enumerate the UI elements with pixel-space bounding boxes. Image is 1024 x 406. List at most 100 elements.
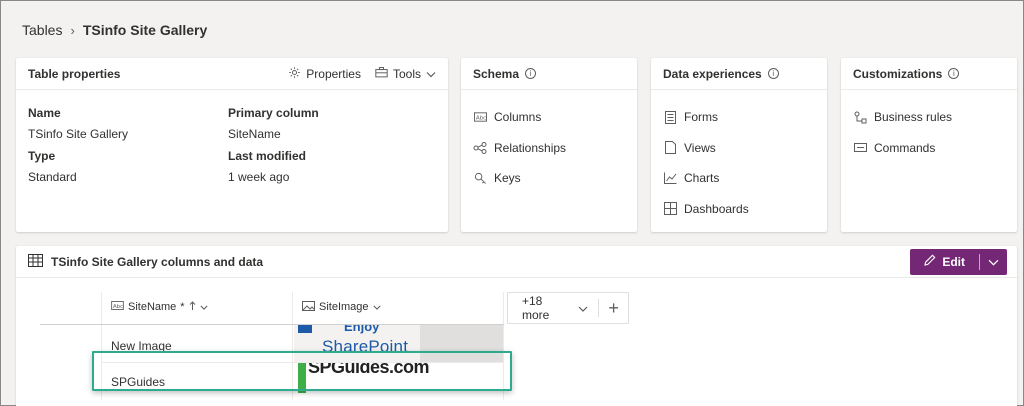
relationships-label: Relationships xyxy=(494,140,567,155)
edit-label: Edit xyxy=(942,254,965,269)
business-rules-link[interactable]: Business rules xyxy=(853,102,1017,133)
info-icon[interactable]: i xyxy=(767,68,779,79)
customizations-title: Customizations xyxy=(853,66,943,81)
chart-icon xyxy=(663,172,677,185)
siteimage-cell[interactable]: SPGuides.com xyxy=(294,363,503,400)
dashboards-link[interactable]: Dashboards xyxy=(663,194,827,225)
breadcrumb-current: TSinfo Site Gallery xyxy=(82,22,208,38)
svg-text:Abc: Abc xyxy=(113,304,123,310)
chevron-right-icon: › xyxy=(70,22,75,38)
command-icon xyxy=(853,143,867,153)
siteimage-cell[interactable]: Enjoy SharePoint xyxy=(294,325,503,362)
column-header-sitename[interactable]: Abc SiteName * xyxy=(111,292,208,322)
table-grid-icon xyxy=(28,253,43,270)
more-columns-label: +18 more xyxy=(522,294,550,322)
image-enjoy-text: Enjoy xyxy=(344,325,380,334)
gear-icon xyxy=(288,66,301,82)
commands-label: Commands xyxy=(874,140,936,155)
primary-column-label: Primary column xyxy=(228,106,319,120)
text-column-icon: Abc xyxy=(111,301,124,313)
edit-options-dropdown[interactable] xyxy=(980,249,1007,275)
table-row[interactable]: New Image xyxy=(111,334,172,358)
grid-divider xyxy=(503,292,504,400)
column-header-siteimage[interactable]: SiteImage xyxy=(302,292,381,322)
tools-dropdown[interactable]: Tools xyxy=(375,66,436,81)
name-value: TSinfo Site Gallery xyxy=(28,127,129,141)
properties-button[interactable]: Properties xyxy=(288,66,361,82)
charts-link[interactable]: Charts xyxy=(663,163,827,194)
schema-header: Schema i xyxy=(461,58,637,90)
svg-text:Abc: Abc xyxy=(475,116,485,122)
customizations-header: Customizations i xyxy=(841,58,1017,90)
breadcrumb-tables-link[interactable]: Tables xyxy=(22,22,62,38)
tools-label: Tools xyxy=(392,66,421,81)
plus-icon[interactable]: + xyxy=(599,299,628,317)
table-properties-card: Table properties Properties Tools Name T… xyxy=(16,58,448,232)
keys-link[interactable]: Keys xyxy=(473,163,637,194)
table-row[interactable]: SPGuides xyxy=(111,370,165,394)
more-columns-control: +18 more + xyxy=(507,292,629,324)
siteimage-column-label: SiteImage xyxy=(319,301,369,313)
columns-and-data-card: TSinfo Site Gallery columns and data Edi… xyxy=(16,246,1017,406)
chevron-down-icon xyxy=(200,301,208,313)
forms-link[interactable]: Forms xyxy=(663,102,827,133)
primary-column-value: SiteName xyxy=(228,127,281,141)
relationships-link[interactable]: Relationships xyxy=(473,133,637,164)
grid-divider xyxy=(292,292,293,400)
edit-button[interactable]: Edit xyxy=(910,249,979,275)
type-label: Type xyxy=(28,149,56,163)
spguides-logo-block xyxy=(298,363,306,393)
view-icon xyxy=(663,141,677,155)
last-modified-label: Last modified xyxy=(228,149,307,163)
info-icon[interactable]: i xyxy=(948,68,960,79)
views-link[interactable]: Views xyxy=(663,133,827,164)
edit-split-button: Edit xyxy=(910,248,1007,275)
form-icon xyxy=(663,110,677,124)
customizations-links: Business rules Commands xyxy=(841,90,1017,163)
keys-label: Keys xyxy=(494,171,521,186)
chevron-down-icon xyxy=(426,67,436,81)
sharepoint-logo-block xyxy=(298,325,312,333)
last-modified-value: 1 week ago xyxy=(228,170,290,184)
pencil-icon xyxy=(924,254,936,269)
commands-link[interactable]: Commands xyxy=(853,133,1017,164)
data-experiences-header: Data experiences i xyxy=(651,58,827,90)
toolbox-icon xyxy=(375,66,388,81)
properties-label: Properties xyxy=(306,66,361,81)
name-label: Name xyxy=(28,106,61,120)
info-icon[interactable]: i xyxy=(525,68,537,79)
business-rule-icon xyxy=(853,111,867,124)
chevron-down-icon xyxy=(372,301,381,313)
data-experiences-links: Forms Views Charts Dashboards xyxy=(651,90,827,224)
dashboard-icon xyxy=(663,202,677,216)
table-properties-header: Table properties Properties Tools xyxy=(16,58,448,90)
schema-links: Abc Columns Relationships Keys xyxy=(461,90,637,194)
sharepoint-image: Enjoy SharePoint xyxy=(294,325,420,362)
breadcrumb: Tables › TSinfo Site Gallery xyxy=(22,22,207,38)
image-column-icon xyxy=(302,300,315,314)
chevron-down-icon xyxy=(988,255,999,269)
sitename-cell: New Image xyxy=(111,339,172,353)
dashboards-label: Dashboards xyxy=(684,201,749,216)
chevron-down-icon xyxy=(578,301,588,315)
more-columns-button[interactable]: +18 more xyxy=(508,294,598,322)
data-experiences-title: Data experiences xyxy=(663,66,762,81)
required-marker: * xyxy=(180,301,185,313)
columns-link[interactable]: Abc Columns xyxy=(473,102,637,133)
columns-label: Columns xyxy=(494,110,542,125)
type-value: Standard xyxy=(28,170,77,184)
data-experiences-card: Data experiences i Forms Views Charts Da… xyxy=(651,58,827,232)
table-properties-title: Table properties xyxy=(28,66,121,81)
image-spguides-text: SPGuides.com xyxy=(308,363,430,377)
schema-title: Schema xyxy=(473,66,520,81)
forms-label: Forms xyxy=(684,110,718,125)
columns-and-data-header: TSinfo Site Gallery columns and data Edi… xyxy=(16,246,1017,278)
schema-card: Schema i Abc Columns Relationships Keys xyxy=(461,58,637,232)
text-column-icon: Abc xyxy=(473,112,487,122)
key-icon xyxy=(473,172,487,185)
sort-up-icon xyxy=(189,300,196,314)
business-rules-label: Business rules xyxy=(874,110,953,125)
charts-label: Charts xyxy=(684,171,720,186)
grid-divider xyxy=(101,292,102,400)
image-sharepoint-text: SharePoint xyxy=(322,337,409,356)
